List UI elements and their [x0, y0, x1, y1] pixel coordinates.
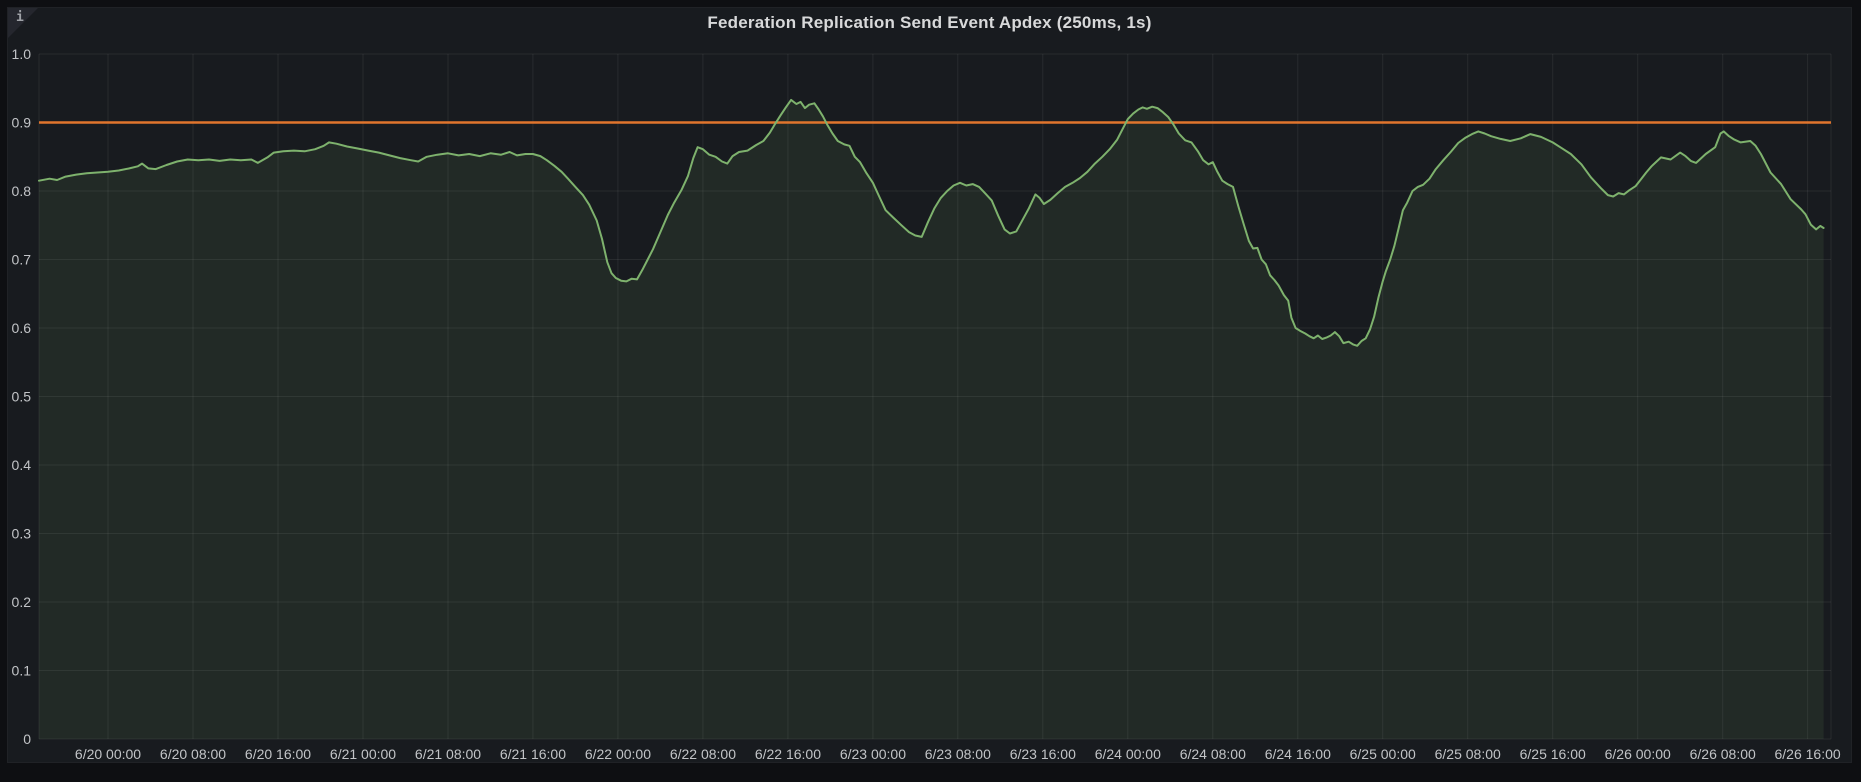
x-axis-tick-label: 6/25 08:00 — [1435, 746, 1501, 762]
x-axis-tick-label: 6/26 08:00 — [1690, 746, 1756, 762]
x-axis-tick-label: 6/26 00:00 — [1605, 746, 1671, 762]
x-axis-tick-label: 6/23 08:00 — [925, 746, 991, 762]
y-axis-tick-label: 0.9 — [12, 115, 32, 131]
plot-area[interactable] — [39, 54, 1831, 739]
x-axis-tick-label: 6/24 08:00 — [1180, 746, 1246, 762]
y-axis-tick-label: 0.6 — [12, 320, 32, 336]
x-axis-tick-label: 6/20 16:00 — [245, 746, 311, 762]
x-axis-tick-label: 6/21 00:00 — [330, 746, 396, 762]
x-axis-tick-label: 6/23 00:00 — [840, 746, 906, 762]
y-axis-tick-label: 0 — [23, 731, 31, 747]
x-axis-tick-label: 6/26 16:00 — [1775, 746, 1841, 762]
y-axis-tick-label: 0.5 — [12, 389, 32, 405]
x-axis-tick-label: 6/24 00:00 — [1095, 746, 1161, 762]
x-axis-tick-label: 6/20 08:00 — [160, 746, 226, 762]
x-axis-tick-label: 6/22 00:00 — [585, 746, 651, 762]
y-axis-tick-label: 0.7 — [12, 252, 32, 268]
y-axis-tick-label: 0.1 — [12, 663, 32, 679]
y-axis-tick-label: 0.4 — [12, 457, 32, 473]
x-axis-tick-label: 6/24 16:00 — [1265, 746, 1331, 762]
graph-panel: i Federation Replication Send Event Apde… — [7, 7, 1852, 763]
timeseries-chart: 0 0.1 0.2 0.3 0.4 0.5 0.6 0.7 0.8 0.9 1.0 6/20 00:0… — [8, 8, 1853, 762]
x-axis-tick-label: 6/22 16:00 — [755, 746, 821, 762]
x-axis-tick-label: 6/21 16:00 — [500, 746, 566, 762]
y-axis-tick-label: 0.3 — [12, 526, 32, 542]
screen: i Federation Replication Send Event Apde… — [0, 0, 1861, 782]
x-axis-tick-label: 6/21 08:00 — [415, 746, 481, 762]
x-axis-tick-label: 6/25 00:00 — [1350, 746, 1416, 762]
x-axis-tick-label: 6/25 16:00 — [1520, 746, 1586, 762]
x-axis-tick-label: 6/20 00:00 — [75, 746, 141, 762]
y-axis-tick-label: 0.8 — [12, 183, 32, 199]
x-axis-tick-label: 6/22 08:00 — [670, 746, 736, 762]
y-axis-tick-label: 1.0 — [12, 46, 32, 62]
x-axis-tick-label: 6/23 16:00 — [1010, 746, 1076, 762]
y-axis-tick-label: 0.2 — [12, 594, 32, 610]
